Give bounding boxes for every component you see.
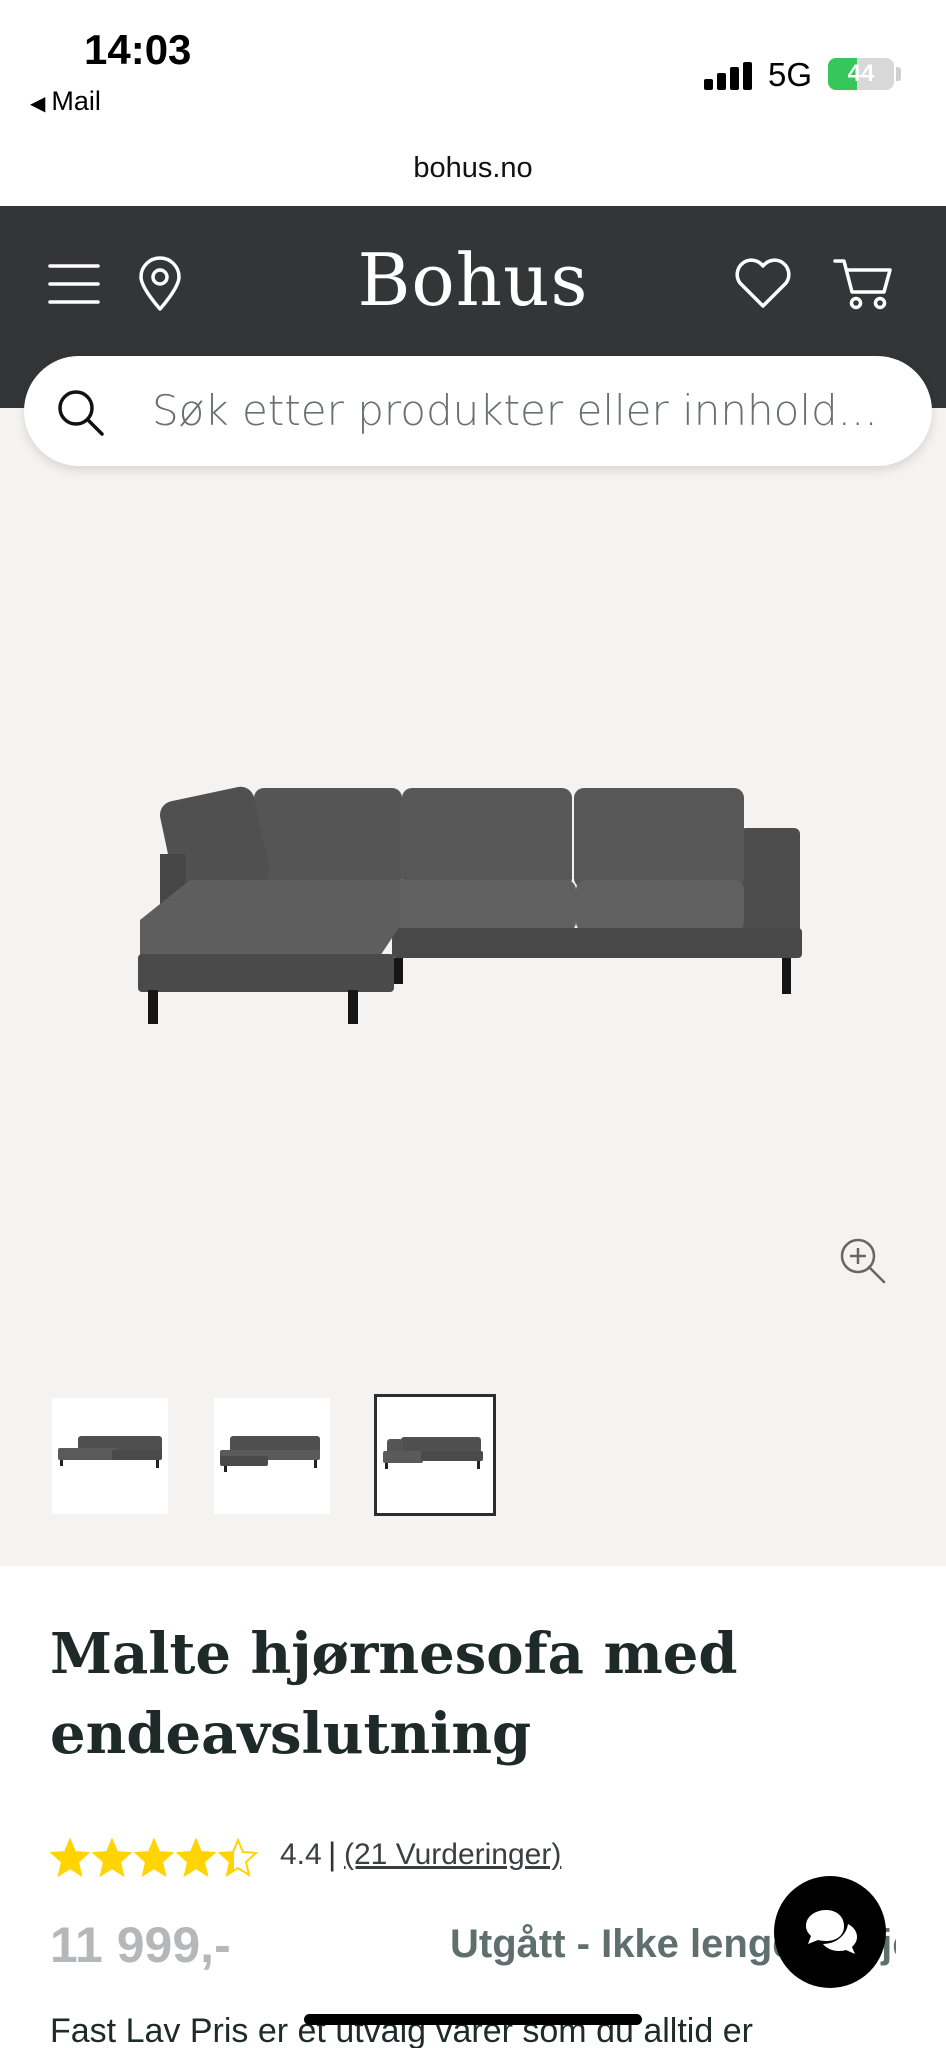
product-image[interactable]	[130, 780, 820, 1050]
rating-separator: |	[328, 1836, 337, 1872]
battery-level: 44	[847, 60, 875, 87]
star-full-icon	[176, 1838, 216, 1878]
search-icon	[58, 390, 104, 436]
bohus-logo[interactable]: Bohus	[0, 238, 946, 322]
address-bar-url[interactable]: bohus.no	[0, 152, 946, 185]
star-half-icon	[218, 1838, 258, 1878]
thumbnail-2[interactable]	[214, 1398, 330, 1514]
rating-value: 4.4	[280, 1838, 322, 1871]
thumbnail-image	[58, 1436, 162, 1468]
back-to-mail[interactable]: ◀ Mail	[30, 86, 101, 117]
battery-cap	[896, 67, 901, 81]
zoom-in-icon[interactable]	[838, 1236, 888, 1286]
status-bar: 14:03 ◀ Mail 5G 44 bohus.no	[0, 0, 946, 184]
product-title: Malte hjørnesofa med endeavslutning	[50, 1621, 738, 1767]
thumbnail-image	[220, 1436, 320, 1472]
thumbnail-image	[383, 1437, 483, 1469]
star-full-icon	[134, 1838, 174, 1878]
thumbnail-1[interactable]	[52, 1398, 168, 1514]
chat-bubbles-icon	[806, 1910, 857, 1954]
star-full-icon	[50, 1838, 90, 1878]
battery-icon: 44	[828, 58, 894, 90]
chat-button[interactable]	[774, 1876, 886, 1988]
thumbnail-3[interactable]	[374, 1394, 496, 1516]
clock: 14:03	[84, 26, 192, 73]
signal-icon	[704, 62, 754, 90]
back-label: Mail	[51, 86, 101, 116]
search-input[interactable]: Søk etter produkter eller innhold...	[152, 386, 878, 435]
reviews-link[interactable]: (21 Vurderinger)	[344, 1838, 561, 1872]
search-bar[interactable]: Søk etter produkter eller innhold...	[24, 356, 932, 466]
home-indicator	[304, 2014, 642, 2025]
product-price: 11 999,-	[50, 1917, 231, 1973]
network-type: 5G	[768, 56, 813, 93]
back-arrow-icon: ◀	[30, 93, 46, 115]
star-full-icon	[92, 1838, 132, 1878]
